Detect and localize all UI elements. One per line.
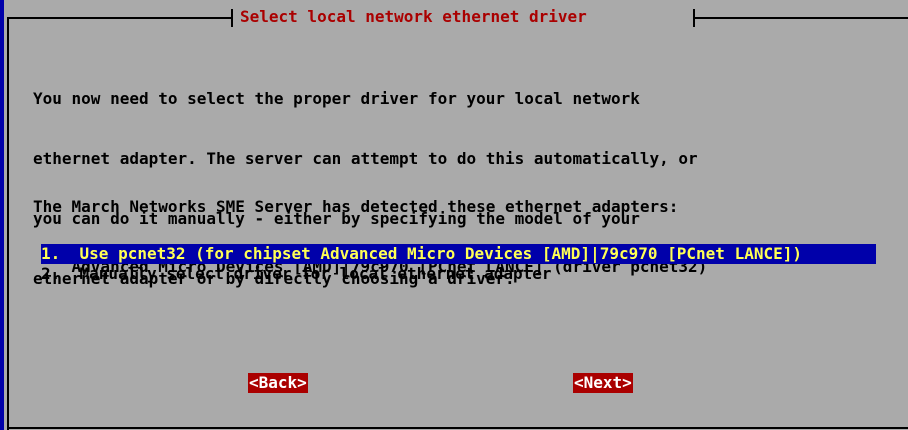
dialog-title: Select local network ethernet driver — [240, 7, 587, 26]
screen-edge — [0, 0, 4, 430]
menu-item-use-pcnet32[interactable]: 1. Use pcnet32 (for chipset Advanced Mic… — [41, 244, 876, 264]
dialog-border-bottom — [8, 427, 908, 429]
dialog-border-top-right — [694, 17, 908, 19]
driver-selection-dialog: Select local network ethernet driver You… — [0, 0, 908, 430]
dialog-border-left — [7, 17, 9, 430]
back-button[interactable]: <Back> — [248, 373, 308, 393]
title-divider-right — [693, 9, 695, 27]
title-divider-left — [231, 9, 233, 27]
driver-option-menu[interactable]: 1. Use pcnet32 (for chipset Advanced Mic… — [41, 244, 876, 284]
detected-heading: The March Networks SME Server has detect… — [33, 197, 679, 216]
next-button[interactable]: <Next> — [573, 373, 633, 393]
dialog-border-top-left — [8, 17, 232, 19]
menu-item-manual-select[interactable]: 2. Manually select driver for local ethe… — [41, 264, 876, 284]
detected-adapters: The March Networks SME Server has detect… — [33, 157, 707, 317]
description-line: You now need to select the proper driver… — [33, 89, 640, 108]
